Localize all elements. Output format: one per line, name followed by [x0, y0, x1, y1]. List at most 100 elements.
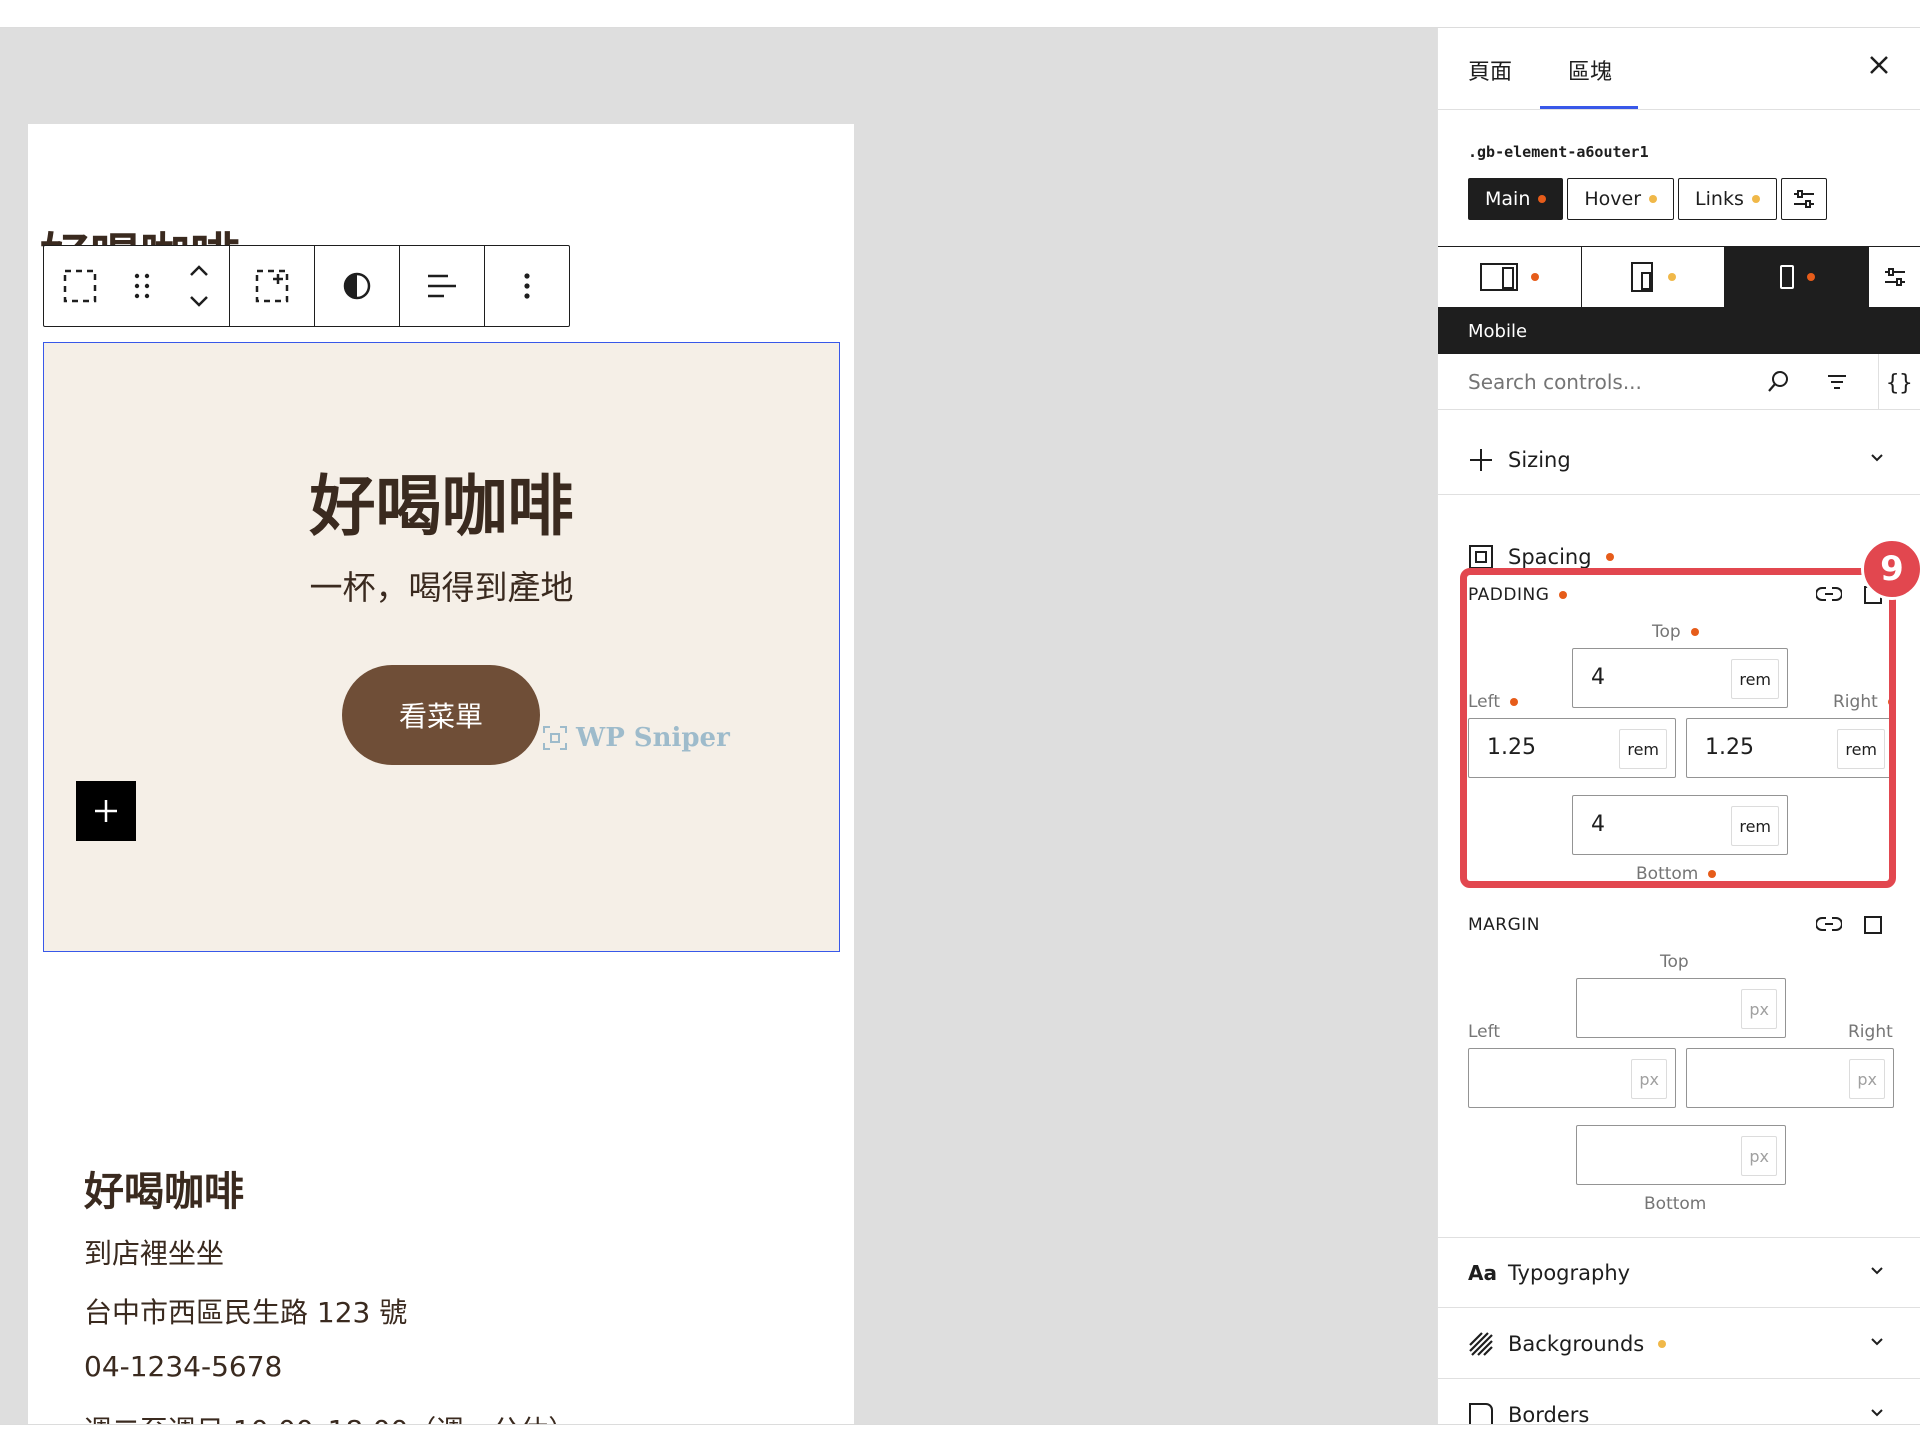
margin-bottom-field[interactable]: px — [1576, 1125, 1786, 1185]
toolbar-group-move — [44, 246, 230, 326]
tab-page[interactable]: 頁面 — [1468, 54, 1512, 86]
align-left-icon[interactable] — [400, 246, 484, 326]
toolbar-group-insert — [230, 246, 315, 326]
device-options-button[interactable] — [1869, 247, 1920, 307]
bottom-bar — [0, 1424, 1920, 1452]
borders-icon — [1469, 1403, 1493, 1424]
search-icon[interactable] — [1766, 370, 1790, 398]
svg-text:{}: {} — [1886, 371, 1912, 396]
unit-select[interactable]: px — [1741, 1136, 1777, 1176]
add-block-button[interactable] — [76, 781, 136, 841]
footer-title: 好喝咖啡 — [84, 1169, 244, 1215]
section-title: Borders — [1508, 1403, 1590, 1424]
toolbar-group-more — [485, 246, 569, 326]
state-links-button[interactable]: Links — [1678, 178, 1777, 220]
chevron-down-icon — [1871, 1267, 1883, 1275]
mobile-icon — [1779, 265, 1794, 289]
search-input[interactable] — [1468, 369, 1768, 394]
section-title: Typography — [1508, 1260, 1631, 1285]
filter-icon[interactable] — [1826, 372, 1848, 396]
margin-left-field[interactable]: px — [1468, 1048, 1676, 1108]
footer-line-3: 04-1234-5678 — [84, 1350, 283, 1383]
hero-subtitle: 一杯，喝得到產地 — [309, 568, 574, 607]
sliders-icon — [1793, 190, 1814, 208]
sidebar-tabs: 頁面 區塊 — [1438, 28, 1920, 110]
top-bar — [0, 0, 1920, 28]
state-buttons: Main Hover Links — [1468, 178, 1827, 220]
add-inner-block-icon[interactable] — [230, 246, 314, 326]
margin-label: MARGIN — [1468, 915, 1541, 935]
tablet-icon — [1631, 262, 1653, 292]
device-desktop-button[interactable] — [1438, 247, 1582, 307]
spacing-icon — [1469, 545, 1493, 569]
footer-line-2: 台中市西區民生路 123 號 — [84, 1296, 408, 1329]
hero-section-selected[interactable]: 好喝咖啡 一杯，喝得到產地 看菜單 WP Sniper — [43, 342, 840, 952]
sizing-icon — [1470, 448, 1492, 471]
unit-select[interactable]: px — [1631, 1059, 1667, 1099]
typography-icon: Aa — [1468, 1260, 1497, 1285]
css-selector: .gb-element-a6outer1 — [1468, 143, 1649, 161]
settings-sidebar: 頁面 區塊 .gb-element-a6outer1 Main Hover Li… — [1437, 28, 1920, 1424]
status-dot — [1806, 273, 1815, 281]
device-label-bar: Mobile — [1438, 308, 1920, 354]
unit-select[interactable]: px — [1741, 989, 1777, 1029]
toolbar-group-style — [315, 246, 400, 326]
hero-title: 好喝咖啡 — [309, 468, 574, 545]
all-sides-icon[interactable] — [1862, 914, 1884, 940]
margin-top-field[interactable]: px — [1576, 978, 1786, 1038]
watermark: WP Sniper — [542, 723, 730, 753]
move-up-down-icon[interactable] — [187, 263, 211, 309]
device-switcher — [1438, 246, 1920, 308]
search-controls: {} — [1438, 354, 1920, 410]
margin-right-field[interactable]: px — [1686, 1048, 1894, 1108]
status-dot — [1658, 1339, 1667, 1348]
margin-bottom-label: Bottom — [1644, 1194, 1707, 1214]
block-toolbar — [43, 245, 570, 327]
state-main-button[interactable]: Main — [1468, 178, 1564, 220]
highlight-box — [1460, 568, 1896, 888]
state-options-button[interactable] — [1780, 178, 1827, 220]
active-tab-indicator — [1540, 106, 1638, 109]
tab-block[interactable]: 區塊 — [1568, 54, 1612, 86]
plus-icon — [95, 800, 117, 822]
drag-handle-icon[interactable] — [133, 271, 151, 301]
section-title: Sizing — [1508, 447, 1571, 472]
status-dot — [1605, 553, 1614, 561]
section-sizing[interactable]: Sizing — [1438, 425, 1920, 495]
desktop-tablet-icon — [1480, 263, 1519, 291]
close-icon[interactable] — [1868, 54, 1890, 80]
margin-right-label: Right — [1848, 1022, 1893, 1042]
footer-line-1: 到店裡坐坐 — [84, 1237, 225, 1270]
link-sides-icon[interactable] — [1815, 914, 1843, 938]
unit-select[interactable]: px — [1849, 1059, 1885, 1099]
step-badge: 9 — [1861, 538, 1920, 600]
section-title: Backgrounds — [1508, 1331, 1645, 1356]
device-mobile-button[interactable] — [1725, 247, 1870, 307]
state-hover-button[interactable]: Hover — [1567, 178, 1675, 220]
section-borders[interactable]: Borders — [1438, 1380, 1920, 1424]
more-options-icon[interactable] — [485, 246, 569, 326]
chevron-down-icon — [1871, 1338, 1883, 1346]
status-dot — [1531, 273, 1540, 281]
margin-left-label: Left — [1468, 1022, 1500, 1042]
status-dot — [1649, 195, 1658, 203]
toolbar-group-align — [400, 246, 485, 326]
section-title: Spacing — [1508, 545, 1592, 569]
status-dot — [1668, 273, 1676, 281]
section-typography[interactable]: Aa Typography — [1438, 1238, 1920, 1308]
select-parent-icon[interactable] — [62, 268, 98, 304]
contrast-icon[interactable] — [315, 246, 399, 326]
watermark-logo-icon — [543, 726, 567, 750]
section-backgrounds[interactable]: Backgrounds — [1438, 1309, 1920, 1379]
menu-button[interactable]: 看菜單 — [342, 665, 540, 765]
device-tablet-button[interactable] — [1582, 247, 1726, 307]
status-dot — [1538, 195, 1547, 203]
backgrounds-icon — [1469, 1331, 1493, 1356]
watermark-text: WP Sniper — [576, 723, 730, 753]
editor-canvas: 好喝咖啡 好喝咖啡 到店裡坐坐 台中市西區民生路 123 號 04-1234-5… — [0, 28, 1437, 1448]
sliders-icon — [1885, 268, 1906, 286]
code-braces-icon[interactable]: {} — [1884, 368, 1913, 400]
chevron-down-icon — [1871, 454, 1883, 462]
status-dot — [1751, 195, 1760, 203]
device-label: Mobile — [1468, 320, 1528, 342]
